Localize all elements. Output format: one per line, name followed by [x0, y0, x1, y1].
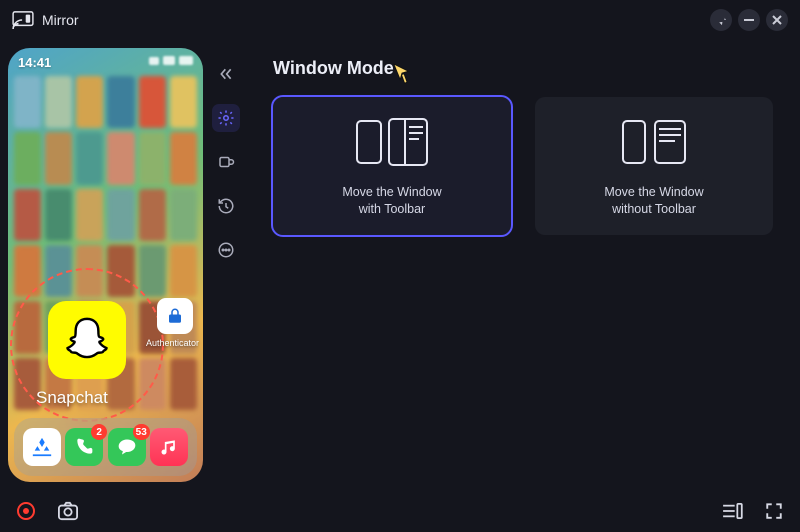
side-toolbar — [205, 40, 247, 490]
authenticator-label: Authenticator — [146, 338, 199, 348]
fullscreen-icon — [765, 502, 783, 520]
cursor-icon — [391, 62, 413, 91]
option-line1: Move the Window — [342, 184, 441, 201]
settings-title: Window Mode — [273, 58, 774, 79]
snapchat-app[interactable] — [48, 301, 126, 379]
dock-app-messages[interactable]: 53 — [108, 428, 146, 466]
history-tab[interactable] — [212, 192, 240, 220]
history-icon — [217, 197, 235, 215]
phone-status-icons — [149, 56, 193, 65]
layout-icon — [721, 503, 743, 519]
snapchat-label: Snapchat — [36, 388, 108, 408]
option-line2: with Toolbar — [342, 201, 441, 218]
app-title: Mirror — [42, 12, 79, 28]
settings-panel: Window Mode Move the Wi — [247, 40, 800, 490]
option-without-toolbar[interactable]: Move the Window without Toolbar — [535, 97, 773, 235]
option-line1: Move the Window — [604, 184, 703, 201]
pin-button[interactable] — [710, 9, 732, 31]
phone-clock: 14:41 — [18, 55, 51, 70]
dock-app-phone[interactable]: 2 — [65, 428, 103, 466]
screenshot-button[interactable] — [56, 499, 80, 523]
without-toolbar-illustration — [617, 114, 691, 170]
display-tab[interactable] — [212, 148, 240, 176]
phone-badge: 2 — [91, 424, 107, 440]
layout-button[interactable] — [720, 499, 744, 523]
title-bar: Mirror — [0, 0, 800, 40]
minimize-button[interactable] — [738, 9, 760, 31]
dock-app-appstore[interactable] — [23, 428, 61, 466]
phone-dock: 2 53 — [14, 418, 197, 476]
more-tab[interactable] — [212, 236, 240, 264]
messages-badge: 53 — [133, 424, 150, 440]
cup-icon — [217, 153, 235, 171]
lock-icon — [166, 307, 184, 325]
option-line2: without Toolbar — [604, 201, 703, 218]
with-toolbar-illustration — [355, 114, 429, 170]
more-icon — [217, 241, 235, 259]
camera-icon — [57, 501, 79, 521]
option-with-toolbar[interactable]: Move the Window with Toolbar — [273, 97, 511, 235]
main: 14:41 Snapchat Authenticator — [0, 40, 800, 490]
snapchat-ghost-icon — [61, 314, 113, 366]
app-brand: Mirror — [12, 11, 79, 29]
window-mode-options: Move the Window with Toolbar Move the Wi… — [273, 97, 774, 235]
settings-tab[interactable] — [212, 104, 240, 132]
fullscreen-button[interactable] — [762, 499, 786, 523]
gear-icon — [217, 109, 235, 127]
phone-screen[interactable]: 14:41 Snapchat Authenticator — [8, 48, 203, 482]
record-button[interactable] — [14, 499, 38, 523]
phone-panel: 14:41 Snapchat Authenticator — [0, 40, 205, 490]
close-button[interactable] — [766, 9, 788, 31]
authenticator-app[interactable] — [157, 298, 193, 334]
dock-app-music[interactable] — [150, 428, 188, 466]
collapse-button[interactable] — [212, 60, 240, 88]
bottom-bar — [0, 490, 800, 532]
cast-icon — [12, 11, 34, 29]
